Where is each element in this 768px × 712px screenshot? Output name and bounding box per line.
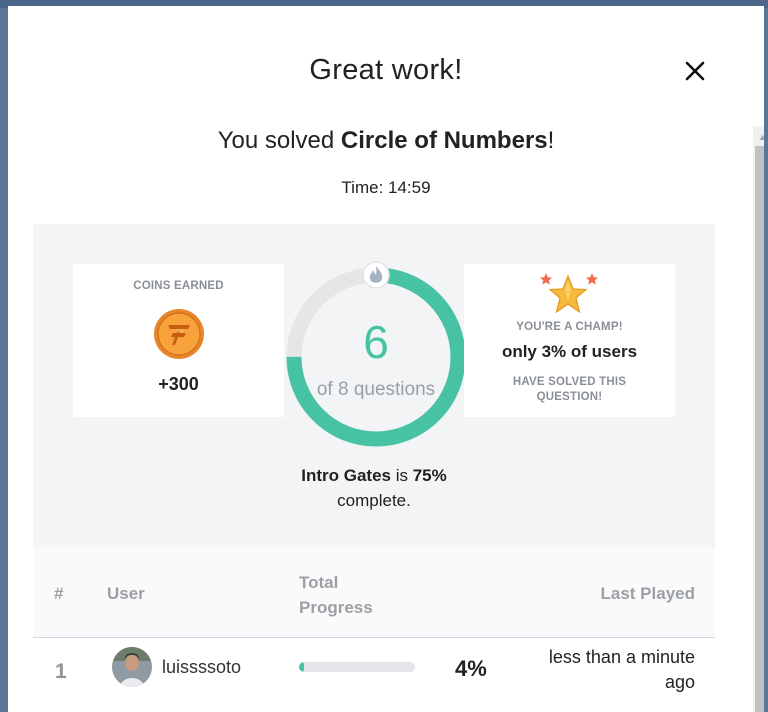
close-icon[interactable] [680, 56, 710, 86]
champ-text: only 3% of users [501, 342, 638, 361]
gates-connector: is [390, 466, 413, 485]
scrollbar[interactable]: ▲ [753, 126, 764, 712]
coins-value: +300 [158, 374, 199, 394]
questions-caption: of 8 questions [316, 379, 436, 400]
coins-label: COINS EARNED [133, 280, 224, 292]
solved-suffix: ! [547, 127, 555, 154]
avatar[interactable] [112, 647, 152, 687]
gates-suffix: complete. [337, 491, 411, 510]
solved-message: You solved Circle of Numbers! [8, 127, 764, 155]
puzzle-name: Circle of Numbers [340, 127, 548, 154]
champ-label: YOU'RE A CHAMP! [516, 321, 623, 333]
champ-subtext: HAVE SOLVED THIS QUESTION! [512, 376, 627, 403]
scrollbar-thumb[interactable] [755, 146, 764, 712]
stats-panel: COINS EARNED +300 6 of 8 questions Intro… [33, 224, 715, 554]
gates-name: Intro Gates [301, 466, 391, 485]
header-progress[interactable]: Total Progress [299, 570, 409, 620]
row-rank: 1 [55, 660, 67, 683]
row-last-played: less than a minute ago [548, 647, 695, 692]
row-percent: 4% [455, 656, 487, 681]
solved-count: 6 [363, 316, 389, 368]
coins-card: COINS EARNED +300 [73, 264, 284, 417]
user-progress-bar [299, 662, 415, 672]
completion-modal: Great work! You solved Circle of Numbers… [8, 6, 764, 712]
close-button[interactable] [680, 56, 710, 86]
row-username[interactable]: luissssoto [162, 657, 241, 678]
gates-progress-text: Intro Gates is 75% complete. [271, 463, 477, 513]
flame-icon [362, 261, 390, 289]
scroll-up-arrow-icon[interactable]: ▲ [753, 126, 764, 146]
header-last-played[interactable]: Last Played [601, 584, 696, 604]
user-progress-fill [299, 662, 304, 672]
coin-icon [154, 309, 204, 359]
star-icon [540, 273, 598, 314]
header-rank: # [54, 584, 64, 603]
champ-card: YOU'RE A CHAMP! only 3% of users HAVE SO… [464, 264, 675, 417]
modal-title: Great work! [309, 54, 463, 86]
table-row: 1 luissssoto 4% less than a minute ago [33, 638, 715, 712]
solved-prefix: You solved [217, 127, 341, 154]
leaderboard-header: # User Total Progress Last Played [33, 547, 715, 638]
solve-time: Time: 14:59 [341, 178, 431, 197]
header-user[interactable]: User [107, 584, 145, 604]
gates-percent: 75% [412, 466, 447, 485]
